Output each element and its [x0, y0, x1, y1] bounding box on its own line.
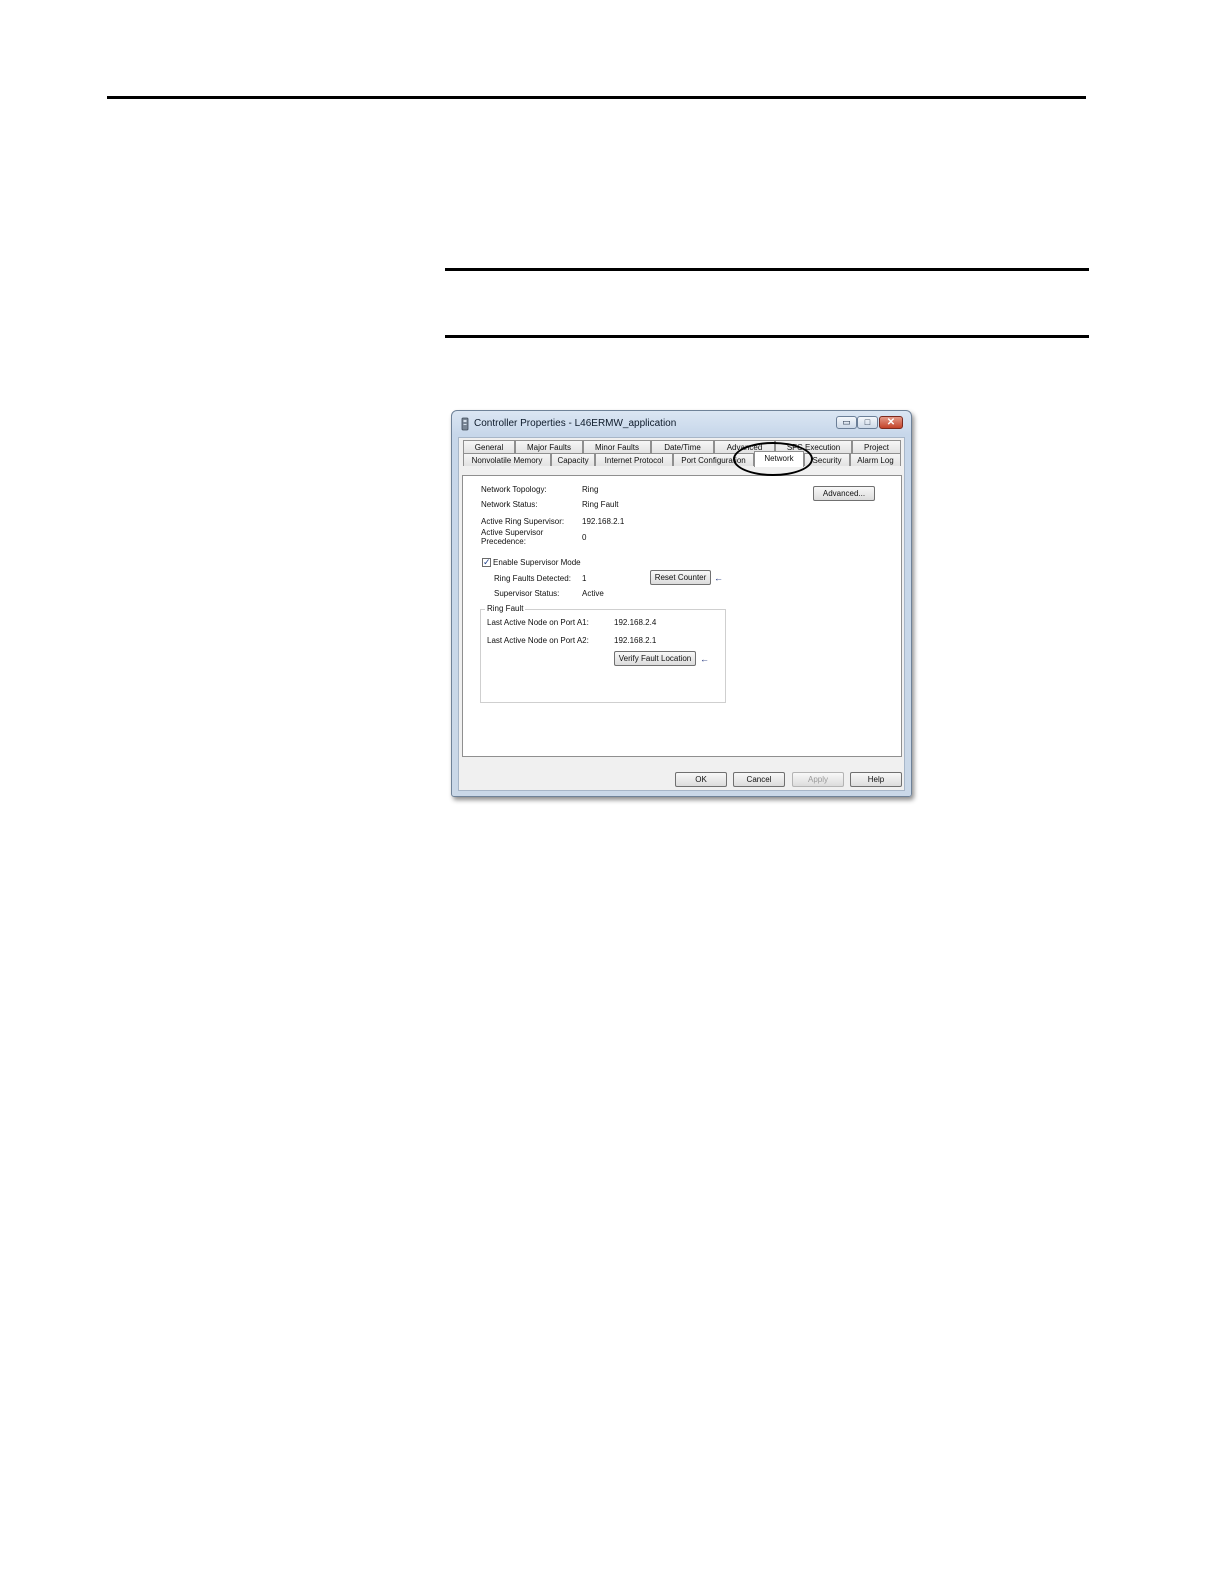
- active-ring-supervisor-value: 192.168.2.1: [582, 517, 625, 526]
- reset-counter-button[interactable]: Reset Counter: [650, 570, 711, 585]
- ring-fault-group-title: Ring Fault: [485, 604, 526, 614]
- enable-supervisor-mode-label[interactable]: Enable Supervisor Mode: [493, 558, 581, 568]
- network-status-value: Ring Fault: [582, 500, 619, 509]
- tab-internet-protocol[interactable]: Internet Protocol: [595, 453, 673, 466]
- pointer-arrow-icon: ←: [700, 654, 709, 664]
- tab-general[interactable]: General: [463, 440, 515, 453]
- pointer-arrow-icon: ←: [714, 573, 723, 583]
- tab-nonvolatile-memory[interactable]: Nonvolatile Memory: [463, 453, 551, 466]
- minimize-icon: ▭: [842, 417, 851, 427]
- port-a2-label: Last Active Node on Port A2:: [487, 636, 589, 645]
- port-a2-value: 192.168.2.1: [614, 636, 657, 645]
- tab-project[interactable]: Project: [852, 440, 901, 453]
- verify-fault-location-button[interactable]: Verify Fault Location: [614, 651, 696, 666]
- tab-date-time[interactable]: Date/Time: [651, 440, 714, 453]
- check-mark-icon: ✓: [483, 557, 491, 567]
- tab-capacity[interactable]: Capacity: [551, 453, 595, 466]
- ring-faults-detected-label: Ring Faults Detected:: [494, 574, 571, 583]
- dialog-client-area: General Major Faults Minor Faults Date/T…: [458, 437, 905, 791]
- minimize-button[interactable]: ▭: [836, 416, 857, 429]
- network-topology-value: Ring: [582, 485, 599, 494]
- close-button[interactable]: ✕: [879, 416, 903, 429]
- cancel-button[interactable]: Cancel: [733, 772, 785, 787]
- controller-properties-dialog: Controller Properties - L46ERMW_applicat…: [451, 410, 912, 797]
- active-ring-supervisor-label: Active Ring Supervisor:: [481, 517, 565, 526]
- ring-fault-group: Ring Fault Last Active Node on Port A1: …: [480, 604, 726, 703]
- network-tab-panel: Network Topology: Ring Network Status: R…: [462, 475, 902, 757]
- tab-major-faults[interactable]: Major Faults: [515, 440, 583, 453]
- network-status-label: Network Status:: [481, 500, 538, 509]
- tab-minor-faults[interactable]: Minor Faults: [583, 440, 651, 453]
- active-supervisor-precedence-value: 0: [582, 533, 587, 542]
- ring-faults-detected-value: 1: [582, 574, 587, 583]
- apply-button[interactable]: Apply: [792, 772, 844, 787]
- supervisor-status-value: Active: [582, 589, 604, 598]
- active-supervisor-precedence-label: Active Supervisor Precedence:: [481, 528, 544, 546]
- page-header-rule: [107, 96, 1086, 99]
- supervisor-status-label: Supervisor Status:: [494, 589, 560, 598]
- enable-supervisor-mode-checkbox[interactable]: ✓: [482, 557, 491, 567]
- advanced-button[interactable]: Advanced...: [813, 486, 875, 501]
- network-topology-label: Network Topology:: [481, 485, 547, 494]
- tab-alarm-log[interactable]: Alarm Log: [850, 453, 901, 466]
- ok-button[interactable]: OK: [675, 772, 727, 787]
- port-a1-label: Last Active Node on Port A1:: [487, 618, 589, 627]
- close-icon: ✕: [886, 417, 896, 428]
- note-top-rule: [445, 268, 1089, 271]
- window-title: Controller Properties - L46ERMW_applicat…: [474, 418, 677, 429]
- network-tab-callout-ellipse: [733, 442, 813, 476]
- maximize-icon: □: [864, 417, 871, 427]
- note-bottom-rule: [445, 335, 1089, 338]
- help-button[interactable]: Help: [850, 772, 902, 787]
- title-bar[interactable]: Controller Properties - L46ERMW_applicat…: [452, 411, 911, 437]
- port-a1-value: 192.168.2.4: [614, 618, 657, 627]
- controller-app-icon: [461, 417, 469, 431]
- maximize-button[interactable]: □: [857, 416, 878, 429]
